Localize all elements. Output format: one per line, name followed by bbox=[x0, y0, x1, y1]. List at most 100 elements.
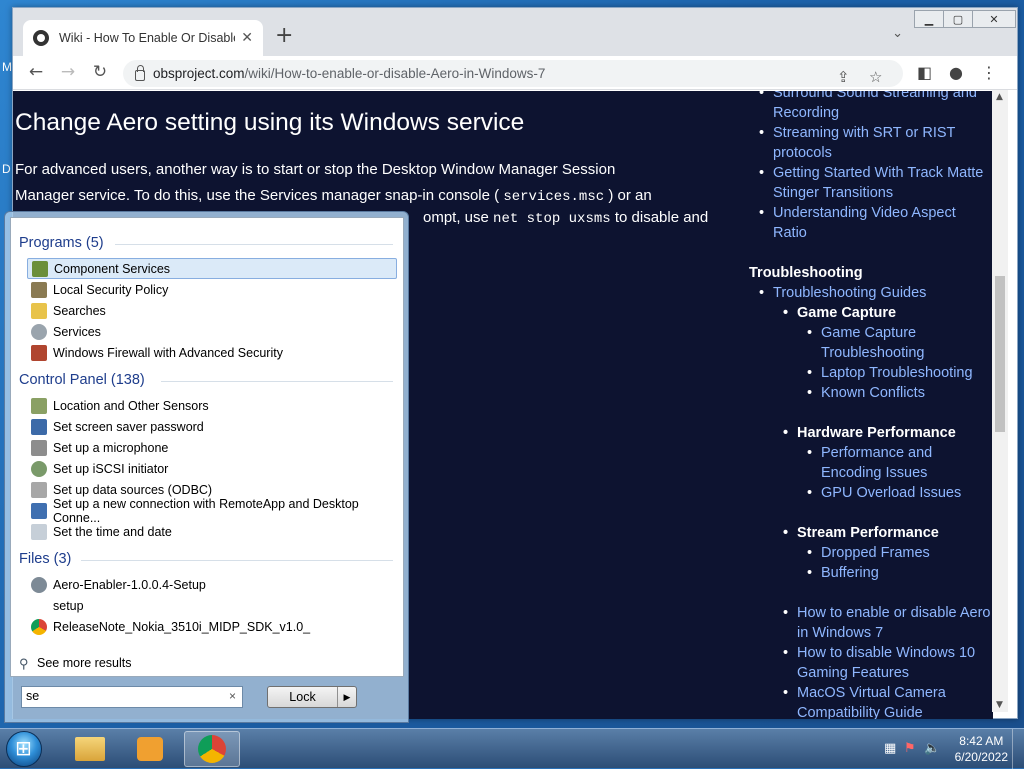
toc-link[interactable]: Understanding Video Aspect Ratio bbox=[759, 203, 993, 243]
bookmark-star-icon[interactable]: ☆ bbox=[869, 68, 882, 86]
sensors-icon bbox=[31, 397, 47, 414]
network-icon[interactable]: ▦ bbox=[884, 741, 896, 756]
group-heading-files: Files (3) bbox=[19, 551, 72, 567]
toc-subsection-title: Hardware Performance bbox=[783, 423, 993, 443]
group-heading-programs: Programs (5) bbox=[19, 235, 104, 251]
browser-tab[interactable]: Wiki - How To Enable Or Disable Aero in … bbox=[23, 20, 263, 56]
obs-favicon-icon bbox=[33, 30, 49, 46]
close-window-button[interactable]: ✕ bbox=[972, 10, 1016, 28]
system-tray: ▦ ⚑ 🔈 8:42 AM 6/20/2022 bbox=[844, 729, 1024, 769]
toc-subsection-title: Game Capture bbox=[783, 303, 993, 323]
toc-link[interactable]: MacOS Virtual Camera Compatibility Guide bbox=[783, 683, 993, 719]
chrome-icon bbox=[198, 735, 226, 763]
result-item[interactable]: setup bbox=[27, 595, 397, 616]
inline-code: services.msc bbox=[503, 189, 605, 205]
result-item[interactable]: Set up a new connection with RemoteApp a… bbox=[27, 497, 397, 525]
window-controls: ▁ ▢ ✕ bbox=[914, 10, 1016, 28]
scrollbar-thumb[interactable] bbox=[995, 276, 1005, 432]
reload-icon[interactable]: ↻ bbox=[89, 62, 111, 82]
clock[interactable]: 8:42 AM 6/20/2022 bbox=[955, 733, 1008, 765]
new-tab-button[interactable]: + bbox=[275, 24, 293, 48]
result-item[interactable]: Set up a microphone bbox=[27, 437, 397, 458]
toc-link[interactable]: How to enable or disable Aero in Windows… bbox=[783, 603, 993, 643]
toc-link[interactable]: Buffering bbox=[807, 563, 993, 583]
toc-link[interactable]: Getting Started With Track Matte Stinger… bbox=[759, 163, 993, 203]
group-heading-control-panel: Control Panel (138) bbox=[19, 372, 145, 388]
sidebar-toc: Surround Sound Streaming and Recording S… bbox=[749, 91, 993, 719]
desktop-edge-text: D bbox=[2, 162, 11, 176]
microphone-icon bbox=[31, 439, 47, 456]
maximize-button[interactable]: ▢ bbox=[943, 10, 973, 28]
toc-link[interactable]: Streaming with SRT or RIST protocols bbox=[759, 123, 993, 163]
paragraph-line: For advanced users, another way is to st… bbox=[15, 161, 616, 178]
result-item[interactable]: Component Services bbox=[27, 258, 397, 279]
scroll-up-icon[interactable]: ▲ bbox=[996, 92, 1003, 102]
result-item[interactable]: Services bbox=[27, 321, 397, 342]
result-item[interactable]: Set up iSCSI initiator bbox=[27, 458, 397, 479]
toc-link[interactable]: Troubleshooting Guides bbox=[759, 283, 993, 303]
close-tab-icon[interactable]: ✕ bbox=[241, 30, 253, 46]
profile-avatar-icon[interactable]: ● bbox=[949, 63, 963, 82]
folder-search-icon bbox=[31, 302, 47, 319]
toc-link[interactable]: GPU Overload Issues bbox=[807, 483, 993, 503]
minimize-button[interactable]: ▁ bbox=[914, 10, 944, 28]
result-item[interactable]: Windows Firewall with Advanced Security bbox=[27, 342, 397, 363]
scroll-down-icon[interactable]: ▼ bbox=[996, 700, 1003, 710]
back-arrow-icon[interactable]: ← bbox=[25, 62, 47, 82]
see-more-results-link[interactable]: ⚲ See more results bbox=[19, 656, 131, 671]
iscsi-icon bbox=[31, 460, 47, 477]
result-item[interactable]: ReleaseNote_Nokia_3510i_MIDP_SDK_v1.0_ bbox=[27, 616, 397, 637]
volume-icon[interactable]: 🔈 bbox=[924, 741, 940, 756]
side-panel-icon[interactable]: ◧ bbox=[917, 63, 932, 82]
divider bbox=[115, 244, 393, 245]
chrome-taskbar-button[interactable] bbox=[184, 731, 240, 767]
toc-link[interactable]: Known Conflicts bbox=[807, 383, 993, 403]
media-player-icon bbox=[137, 737, 163, 761]
show-desktop-button[interactable] bbox=[1012, 729, 1024, 769]
lock-button[interactable]: Lock ▶ bbox=[267, 686, 357, 708]
toc-link[interactable]: Laptop Troubleshooting bbox=[807, 363, 993, 383]
tab-strip: Wiki - How To Enable Or Disable Aero in … bbox=[13, 8, 1017, 56]
explorer-taskbar-button[interactable] bbox=[62, 731, 118, 767]
toc-link[interactable]: Game Capture Troubleshooting bbox=[807, 323, 993, 363]
screensaver-icon bbox=[31, 418, 47, 435]
inline-code: net stop uxsms bbox=[493, 211, 611, 227]
result-item[interactable]: Set the time and date bbox=[27, 521, 397, 542]
result-item[interactable]: Location and Other Sensors bbox=[27, 395, 397, 416]
toc-link[interactable]: Dropped Frames bbox=[807, 543, 993, 563]
action-center-flag-icon[interactable]: ⚑ bbox=[904, 741, 916, 756]
result-item[interactable]: Set screen saver password bbox=[27, 416, 397, 437]
component-services-icon bbox=[32, 260, 48, 277]
result-item[interactable]: Aero-Enabler-1.0.0.4-Setup bbox=[27, 574, 397, 595]
result-item[interactable]: Searches bbox=[27, 300, 397, 321]
forward-arrow-icon[interactable]: → bbox=[57, 62, 79, 82]
magnifier-icon: ⚲ bbox=[19, 656, 29, 671]
tab-search-chevron-icon[interactable]: ⌄ bbox=[892, 26, 903, 41]
folder-icon bbox=[75, 737, 105, 761]
services-gear-icon bbox=[31, 323, 47, 340]
clock-time: 8:42 AM bbox=[959, 734, 1004, 748]
start-orb-button[interactable] bbox=[6, 731, 42, 767]
search-results-pane: Programs (5) Component Services Local Se… bbox=[10, 217, 404, 677]
toc-link[interactable]: How to disable Windows 10 Gaming Feature… bbox=[783, 643, 993, 683]
lock-icon[interactable] bbox=[135, 64, 145, 81]
paragraph-fragment: ompt, use net stop uxsms to disable and bbox=[423, 209, 709, 227]
divider bbox=[81, 560, 393, 561]
share-icon[interactable]: ⇪ bbox=[837, 68, 850, 86]
start-search-input[interactable]: se × bbox=[21, 686, 243, 708]
page-scrollbar[interactable]: ▲ ▼ bbox=[992, 90, 1008, 712]
result-item[interactable]: Local Security Policy bbox=[27, 279, 397, 300]
media-player-taskbar-button[interactable] bbox=[122, 731, 178, 767]
paragraph-line: Manager service. To do this, use the Ser… bbox=[15, 187, 652, 205]
tab-title: Wiki - How To Enable Or Disable Aero in … bbox=[59, 31, 235, 45]
clear-search-icon[interactable]: × bbox=[229, 689, 236, 703]
toc-link[interactable]: Performance and Encoding Issues bbox=[807, 443, 993, 483]
toc-link[interactable]: Surround Sound Streaming and Recording bbox=[759, 91, 993, 123]
menu-kebab-icon[interactable]: ⋮ bbox=[981, 63, 997, 82]
section-heading: Change Aero setting using its Windows se… bbox=[15, 109, 525, 136]
power-options-arrow-icon[interactable]: ▶ bbox=[338, 687, 356, 707]
clock-date: 6/20/2022 bbox=[954, 750, 1008, 764]
desktop-edge-text: M bbox=[2, 60, 12, 74]
url-text: obsproject.com/wiki/How-to-enable-or-dis… bbox=[153, 66, 546, 81]
address-bar[interactable]: obsproject.com/wiki/How-to-enable-or-dis… bbox=[123, 60, 903, 87]
